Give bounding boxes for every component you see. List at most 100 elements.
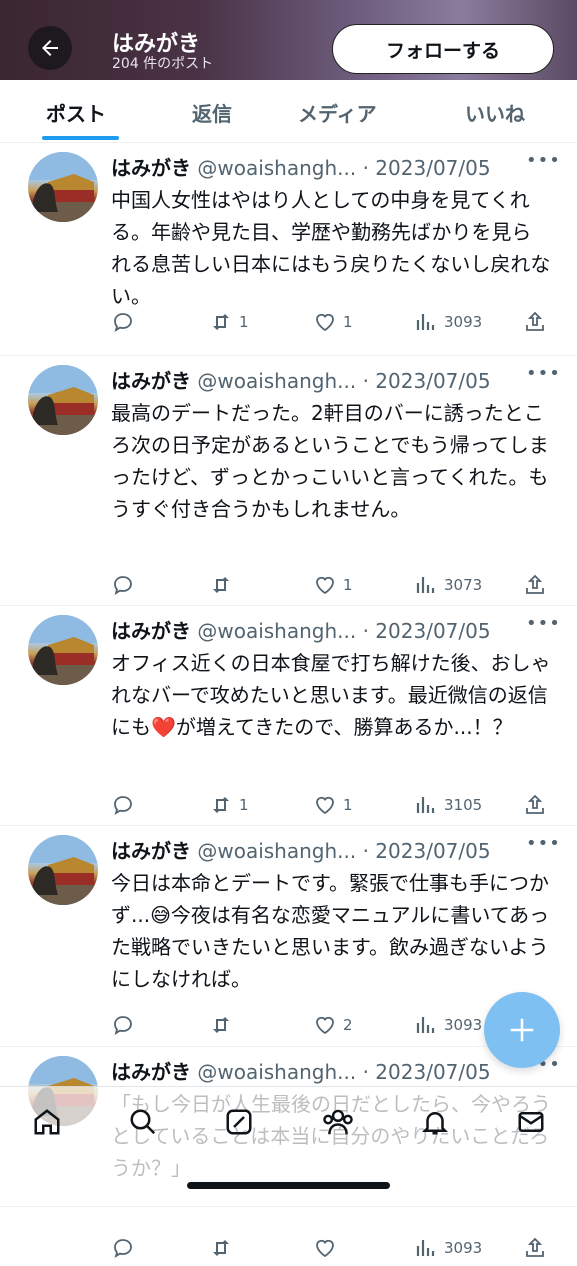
share-icon	[526, 794, 544, 814]
views-icon	[416, 1017, 435, 1033]
post-item[interactable]: はみがき @woaishangh... · 2023/07/05 ••• 中国人…	[0, 142, 577, 356]
author-name[interactable]: はみがき	[111, 839, 191, 863]
more-options-icon[interactable]: •••	[526, 150, 561, 171]
tab-media[interactable]: メディア	[298, 98, 377, 127]
view-count: 3105	[444, 796, 483, 814]
repost-button[interactable]	[209, 573, 239, 597]
avatar[interactable]	[28, 365, 98, 435]
messages-icon	[518, 1112, 544, 1132]
post-actions: 1 1 3105	[111, 793, 551, 823]
communities-icon	[323, 1109, 353, 1135]
avatar[interactable]	[28, 835, 98, 905]
views-icon	[416, 1240, 435, 1256]
tab-posts[interactable]: ポスト	[46, 98, 106, 127]
search-icon	[130, 1109, 156, 1135]
avatar[interactable]	[28, 615, 98, 685]
handle-date: @woaishangh... · 2023/07/05	[197, 1060, 491, 1084]
heart-icon	[316, 1016, 334, 1035]
repost-button[interactable]	[209, 1013, 239, 1037]
repost-icon	[213, 1240, 229, 1256]
avatar[interactable]	[28, 152, 98, 222]
reply-icon	[114, 313, 132, 332]
reply-button[interactable]	[111, 1236, 141, 1260]
back-button[interactable]	[28, 26, 72, 70]
nav-messages[interactable]	[516, 1107, 546, 1141]
share-icon	[526, 311, 544, 331]
post-actions: 1 3073	[111, 573, 551, 603]
like-button[interactable]: 1	[313, 793, 353, 817]
repost-button[interactable]	[209, 1236, 239, 1260]
like-count: 1	[343, 796, 353, 814]
author-name[interactable]: はみがき	[111, 369, 191, 393]
views-button[interactable]: 3073	[414, 573, 482, 597]
share-icon	[526, 1237, 544, 1257]
post-text: 最高のデートだった。2軒目のバーに誘ったところ次の日予定があるということでもう帰…	[111, 401, 549, 521]
handle-date: @woaishangh... · 2023/07/05	[197, 369, 491, 393]
nav-communities[interactable]	[322, 1107, 354, 1141]
share-button[interactable]	[523, 310, 547, 334]
views-button[interactable]: 3105	[414, 793, 482, 817]
post-text: オフィス近くの日本食屋で打ち解けた後、おしゃれなバーで攻めたいと思います。最近微…	[111, 651, 551, 739]
like-button[interactable]: 1	[313, 573, 353, 597]
grok-icon	[226, 1109, 252, 1135]
repost-count: 1	[239, 796, 249, 814]
nav-search[interactable]	[128, 1107, 158, 1141]
reply-button[interactable]	[111, 573, 141, 597]
heart-icon	[316, 796, 334, 815]
post-item[interactable]: はみがき @woaishangh... · 2023/07/05 ••• オフィ…	[0, 605, 577, 826]
repost-count: 1	[239, 313, 249, 331]
share-button[interactable]	[523, 793, 547, 817]
reply-button[interactable]	[111, 310, 141, 334]
views-icon	[416, 314, 435, 330]
notifications-icon	[421, 1112, 449, 1135]
author-name[interactable]: はみがき	[111, 619, 191, 643]
repost-icon	[213, 314, 229, 330]
post-header: はみがき @woaishangh... · 2023/07/05	[111, 365, 491, 394]
reply-icon	[114, 796, 132, 815]
heart-icon	[316, 313, 334, 332]
view-count: 3093	[444, 313, 483, 331]
view-count: 3093	[444, 1016, 483, 1034]
arrow-left-icon	[42, 40, 58, 56]
author-name[interactable]: はみがき	[111, 156, 191, 180]
like-count: 2	[343, 1016, 353, 1034]
reply-button[interactable]	[111, 1013, 141, 1037]
view-count: 3093	[444, 1239, 483, 1257]
handle-date: @woaishangh... · 2023/07/05	[197, 839, 491, 863]
views-button[interactable]: 3093	[414, 1236, 482, 1260]
post-text: 中国人女性はやはり人としての中身を見てくれる。年齢や見た目、学歴や勤務先ばかりを…	[111, 188, 551, 308]
view-count: 3073	[444, 576, 483, 594]
post-header: はみがき @woaishangh... · 2023/07/05	[111, 615, 491, 644]
tab-replies[interactable]: 返信	[192, 98, 232, 127]
post-header: はみがき @woaishangh... · 2023/07/05	[111, 152, 491, 181]
author-name[interactable]: はみがき	[111, 1060, 191, 1084]
share-button[interactable]	[523, 1236, 547, 1260]
handle-date: @woaishangh... · 2023/07/05	[197, 156, 491, 180]
more-options-icon[interactable]: •••	[526, 833, 561, 854]
nav-grok[interactable]	[224, 1107, 254, 1141]
plus-icon	[510, 1018, 534, 1042]
post-item[interactable]: はみがき @woaishangh... · 2023/07/05 ••• 最高の…	[0, 355, 577, 606]
more-options-icon[interactable]: •••	[526, 613, 561, 634]
more-options-icon[interactable]: •••	[526, 363, 561, 384]
compose-button[interactable]	[484, 992, 560, 1068]
nav-notifications[interactable]	[420, 1107, 450, 1141]
like-button[interactable]	[313, 1236, 343, 1260]
tab-likes[interactable]: いいね	[465, 98, 525, 127]
repost-icon	[213, 577, 229, 593]
repost-button[interactable]: 1	[209, 793, 249, 817]
like-button[interactable]: 1	[313, 310, 353, 334]
nav-home[interactable]	[32, 1107, 62, 1141]
active-tab-indicator	[42, 136, 119, 140]
share-button[interactable]	[523, 573, 547, 597]
profile-tabs: ポスト 返信 メディア いいね	[0, 80, 577, 143]
follow-button[interactable]: フォローする	[332, 24, 554, 74]
views-icon	[416, 577, 435, 593]
views-button[interactable]: 3093	[414, 1013, 482, 1037]
like-button[interactable]: 2	[313, 1013, 353, 1037]
handle-date: @woaishangh... · 2023/07/05	[197, 619, 491, 643]
repost-button[interactable]: 1	[209, 310, 249, 334]
reply-icon	[114, 1239, 132, 1258]
views-button[interactable]: 3093	[414, 310, 482, 334]
reply-button[interactable]	[111, 793, 141, 817]
